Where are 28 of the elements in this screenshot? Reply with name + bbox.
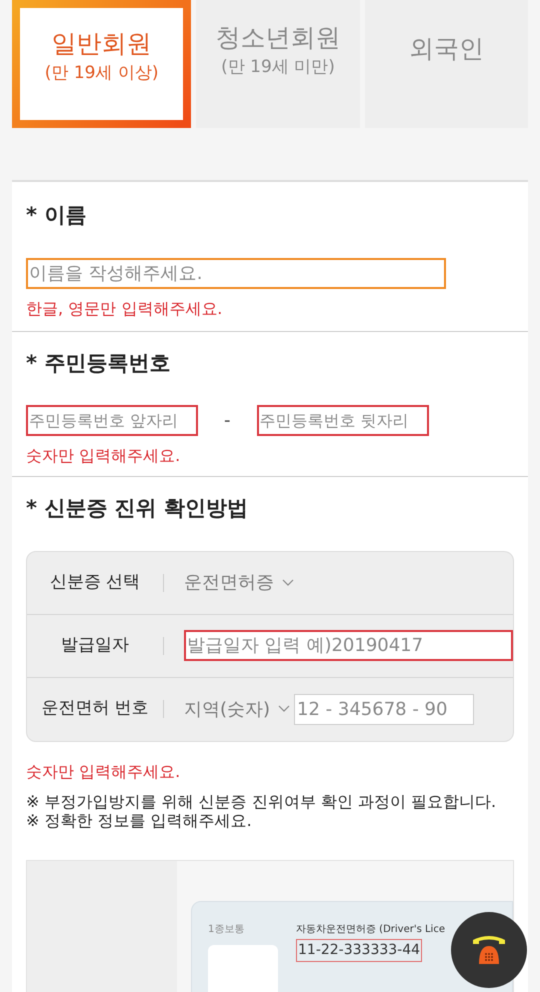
phone-icon xyxy=(471,934,507,966)
row-label: 운전면허 번호 xyxy=(40,697,150,720)
resident-number-front-field[interactable]: 주민등록번호 앞자리 xyxy=(26,405,198,436)
member-tab[interactable]: 일반회원 (만 19세 이상) xyxy=(12,0,192,128)
chevron-down-icon xyxy=(282,578,294,586)
license-number-field[interactable]: 12 - 345678 - 90 xyxy=(294,694,474,724)
error-message: 숫자만 입력해주세요. xyxy=(26,760,182,782)
row-label: 발급일자 xyxy=(60,634,130,657)
region-select[interactable]: 지역(숫자) xyxy=(184,696,290,722)
resident-number-back-field[interactable]: 주민등록번호 뒷자리 xyxy=(256,405,428,436)
name-field[interactable]: 이름을 작성해주세요. xyxy=(26,258,446,288)
error-message: 한글, 영문만 입력해주세요. xyxy=(26,298,224,320)
issue-date-field[interactable]: 발급일자 입력 예)20190417 xyxy=(184,630,513,661)
notice-text: ※ 정확한 정보를 입력해주세요. xyxy=(26,810,253,830)
member-tab[interactable]: 외국인 xyxy=(364,0,528,128)
section-title: * 신분증 진위 확인방법 xyxy=(26,495,249,522)
chevron-down-icon xyxy=(278,705,290,713)
notice-text: ※ 부정가입방지를 위해 신분증 진위여부 확인 과정이 필요합니다. xyxy=(26,792,498,810)
member-tab[interactable]: 청소년회원 (만 19세 미만) xyxy=(196,0,360,128)
separator-dash: - xyxy=(224,409,230,433)
license-type-text: 1종보통 xyxy=(208,922,246,936)
error-message: 숫자만 입력해주세요. xyxy=(26,445,182,467)
id-type-select[interactable]: 운전면허증 xyxy=(184,569,294,596)
row-label: 신분증 선택 xyxy=(48,570,142,594)
section-title: * 주민등록번호 xyxy=(26,350,172,376)
section-title: * 이름 xyxy=(26,202,88,229)
license-number-text: 11-22-333333-44 xyxy=(296,938,422,962)
card-title: 자동차운전면허증 (Driver's Lice xyxy=(296,922,445,936)
